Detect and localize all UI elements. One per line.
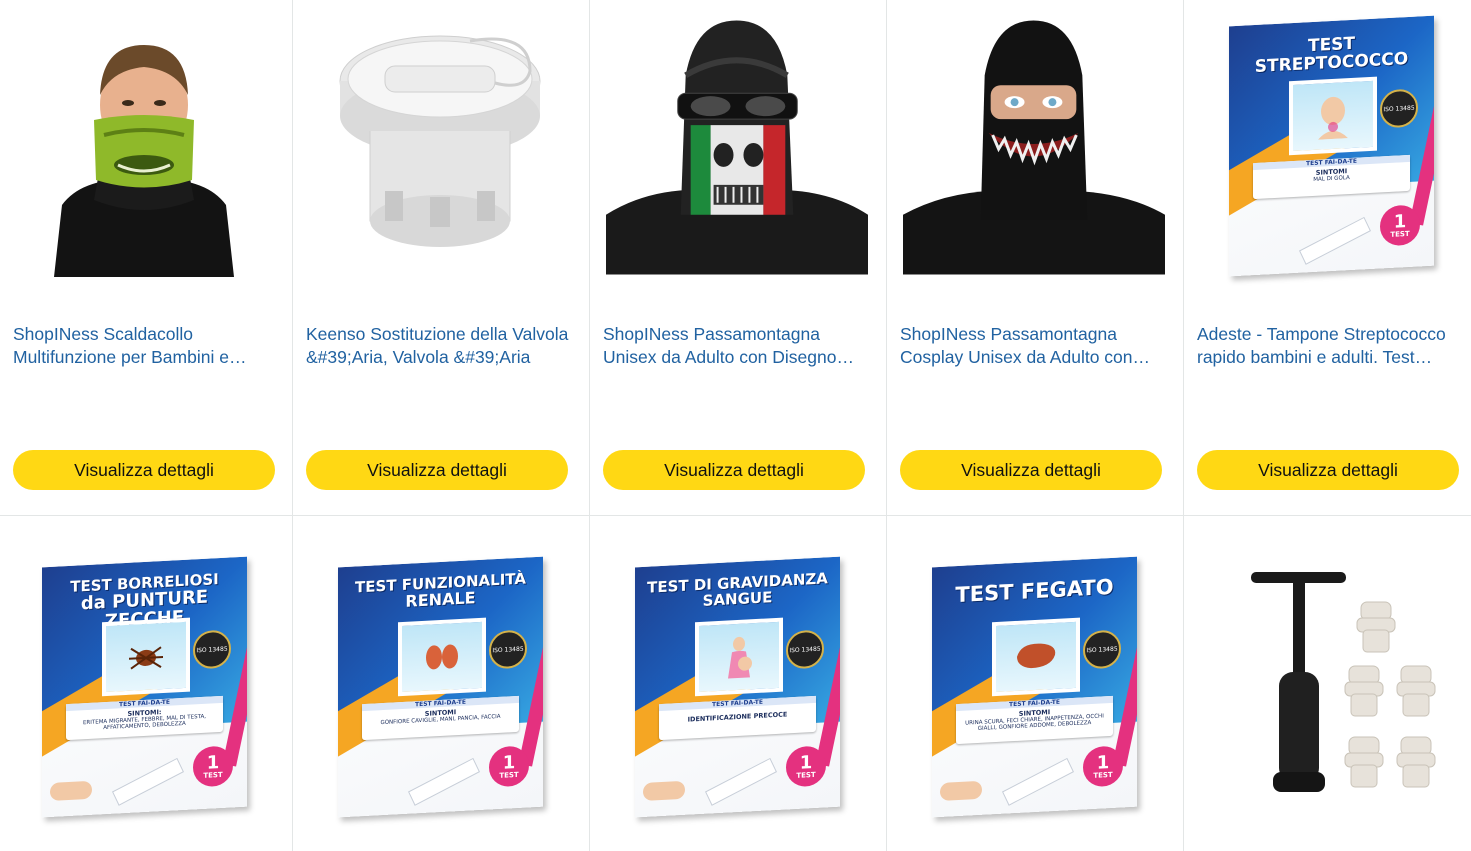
product-card: TEST DI GRAVIDANZA SANGUE ISO 13485 TEST… — [590, 516, 887, 851]
product-title-link[interactable]: Adeste - Tampone Streptococco rapido bam… — [1197, 323, 1462, 369]
product-title-link[interactable]: ShopINess Passamontagna Cosplay Unisex d… — [900, 323, 1165, 369]
product-image-skull-balaclava[interactable] — [606, 15, 868, 275]
product-image-borreliosis-test[interactable]: TEST BORRELIOSI da PUNTURE ZECCHE ISO 13… — [13, 556, 275, 818]
test-strip-icon — [111, 757, 184, 806]
view-details-button[interactable]: Visualizza dettagli — [603, 450, 865, 490]
product-card: ShopINess Scaldacollo Multifunzione per … — [0, 0, 293, 516]
view-details-button[interactable]: Visualizza dettagli — [306, 450, 568, 490]
product-image-pregnancy-test[interactable]: TEST DI GRAVIDANZA SANGUE ISO 13485 TEST… — [606, 556, 868, 818]
product-card: Keenso Sostituzione della Valvola &#39;A… — [293, 0, 590, 516]
product-image-air-valve[interactable] — [309, 15, 571, 277]
product-title-link[interactable]: ShopINess Passamontagna Unisex da Adulto… — [603, 323, 868, 369]
test-strip-icon — [1001, 757, 1074, 806]
test-count-badge: 1 TEST — [1082, 745, 1123, 788]
pregnancy-test-box: TEST DI GRAVIDANZA SANGUE ISO 13485 TEST… — [634, 556, 840, 818]
test-count-badge: 1 TEST — [785, 745, 826, 788]
product-card: TEST BORRELIOSI da PUNTURE ZECCHE ISO 13… — [0, 516, 293, 851]
product-image-cosplay-balaclava[interactable] — [903, 15, 1165, 275]
product-card — [1184, 516, 1471, 851]
test-strip-icon — [407, 757, 480, 806]
window-graphic — [397, 617, 486, 697]
window-graphic — [694, 617, 783, 697]
window-graphic — [991, 617, 1080, 697]
product-card: TEST FEGATO ISO 13485 TEST FAI-DA-TE SIN… — [887, 516, 1184, 851]
product-grid: ShopINess Scaldacollo Multifunzione per … — [0, 0, 1471, 851]
product-title-link[interactable]: Keenso Sostituzione della Valvola &#39;A… — [306, 323, 571, 369]
product-image-child-neck-gaiter[interactable] — [13, 15, 275, 277]
kidney-test-box: TEST FUNZIONALITÀ RENALE ISO 13485 TEST … — [337, 556, 543, 818]
product-title-link[interactable]: ShopINess Scaldacollo Multifunzione per … — [13, 323, 278, 369]
box-label: TEST FAI-DA-TE SINTOMI MAL DI GOLA — [1252, 154, 1410, 200]
liver-test-box: TEST FEGATO ISO 13485 TEST FAI-DA-TE SIN… — [931, 556, 1137, 818]
strep-test-box: TEST STREPTOCOCCO ISO 13485 TEST FAI-DA-… — [1228, 15, 1434, 277]
test-count-badge: 1 TEST — [192, 745, 233, 788]
test-count-badge: 1 TEST — [488, 745, 529, 788]
product-image-pump-valves[interactable] — [1200, 556, 1462, 818]
product-image-kidney-test[interactable]: TEST FUNZIONALITÀ RENALE ISO 13485 TEST … — [309, 556, 571, 818]
borreliosis-test-box: TEST BORRELIOSI da PUNTURE ZECCHE ISO 13… — [41, 556, 247, 818]
box-label: TEST FAI-DA-TE SINTOMI: ERITEMA MIGRANTE… — [65, 695, 223, 741]
view-details-button[interactable]: Visualizza dettagli — [900, 450, 1162, 490]
product-card: ShopINess Passamontagna Cosplay Unisex d… — [887, 0, 1184, 516]
product-image-liver-test[interactable]: TEST FEGATO ISO 13485 TEST FAI-DA-TE SIN… — [903, 556, 1165, 818]
product-card: ShopINess Passamontagna Unisex da Adulto… — [590, 0, 887, 516]
view-details-button[interactable]: Visualizza dettagli — [1197, 450, 1459, 490]
test-strip-icon — [704, 757, 777, 806]
product-card: TEST STREPTOCOCCO ISO 13485 TEST FAI-DA-… — [1184, 0, 1471, 516]
box-label: TEST FAI-DA-TE SINTOMI URINA SCURA, FECI… — [955, 695, 1113, 745]
test-strip-icon — [1298, 216, 1371, 265]
hand-icon — [939, 780, 982, 801]
test-count-badge: 1 TEST — [1379, 204, 1420, 247]
product-card: TEST FUNZIONALITÀ RENALE ISO 13485 TEST … — [293, 516, 590, 851]
view-details-button[interactable]: Visualizza dettagli — [13, 450, 275, 490]
box-label: TEST FAI-DA-TE SINTOMI GONFIORE CAVIGLIE… — [361, 695, 519, 741]
window-graphic — [101, 617, 190, 697]
hand-icon — [642, 780, 685, 801]
product-image-strep-test[interactable]: TEST STREPTOCOCCO ISO 13485 TEST FAI-DA-… — [1200, 15, 1462, 277]
box-label: TEST FAI-DA-TE IDENTIFICAZIONE PRECOCE — [658, 695, 816, 741]
window-graphic — [1288, 76, 1377, 156]
hand-icon — [49, 780, 92, 801]
